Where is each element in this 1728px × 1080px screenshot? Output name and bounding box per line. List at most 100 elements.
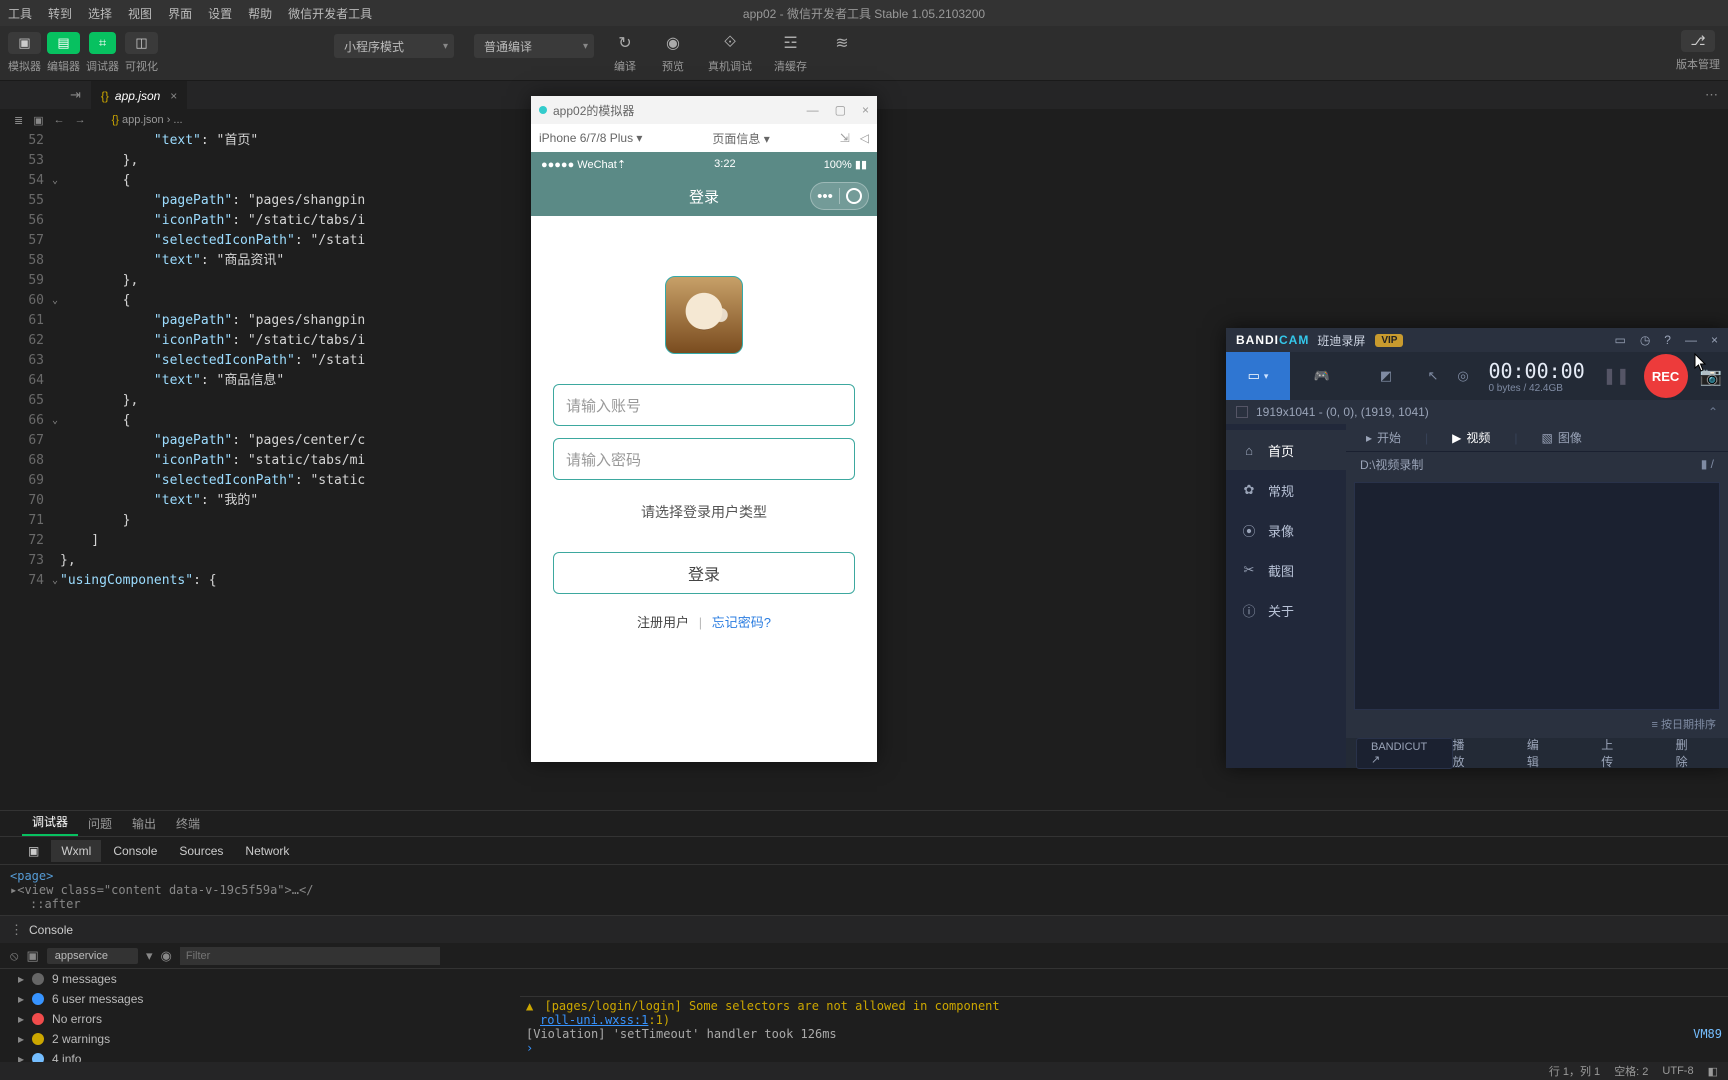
console-source-link[interactable]: roll-uni.wxss:1 [540,1013,648,1027]
sim-close-icon[interactable]: × [862,103,869,117]
vm-link[interactable]: VM89 [1693,1027,1722,1041]
recordings-list[interactable] [1354,482,1720,710]
sim-min-icon[interactable]: — [807,103,819,117]
sim-pin-icon[interactable]: ⇲ [840,131,850,145]
console-prompt[interactable]: › [526,1041,1722,1055]
edit-button[interactable]: 编辑 [1527,736,1549,770]
nav-back-icon[interactable]: ← [54,114,65,126]
capsule-close-icon[interactable] [846,188,862,204]
tabs-collapse-icon[interactable]: ⇥ [60,87,91,103]
menu-goto[interactable]: 转到 [40,5,80,22]
bookmark-icon[interactable]: ▣ [33,114,43,127]
bandi-side-item[interactable]: ⦿录像 [1226,510,1346,550]
open-folder-icon[interactable]: ▮ / [1701,457,1714,471]
tab-debugger[interactable]: 调试器 [22,809,78,836]
minimize-icon[interactable]: — [1685,333,1697,347]
pause-button[interactable]: ❚❚ [1603,366,1630,386]
compile-icon[interactable]: ↻ [612,32,638,54]
bandi-side-item[interactable]: ✿常规 [1226,470,1346,510]
menu-view[interactable]: 视图 [120,5,160,22]
screenshot-button[interactable]: 📷 [1700,366,1722,387]
console-category[interactable]: ▸9 messages [0,969,1728,989]
sort-button[interactable]: ≡ 按日期排序 [1346,716,1728,738]
menu-help[interactable]: 帮助 [240,5,280,22]
bandicut-button[interactable]: BANDICUT ↗ [1356,738,1453,769]
login-button[interactable]: 登录 [553,552,855,594]
editor-toggle[interactable]: ▤ [47,32,79,54]
register-link[interactable]: 注册用户 [637,615,689,630]
page-info-select[interactable]: 页面信息 ▾ [712,130,769,147]
wxml-tree[interactable]: <page> ▸<view class="content data-v-19c5… [0,865,1728,915]
bandi-side-item[interactable]: ⓘ关于 [1226,590,1346,630]
mic-icon[interactable]: ◎ [1448,352,1478,400]
breadcrumb-more[interactable]: ... [173,114,182,126]
compile-dropdown[interactable]: 普通编译 [474,34,594,58]
devtab-sources[interactable]: Sources [169,840,233,862]
record-button[interactable]: REC [1644,354,1688,398]
output-path[interactable]: D:\视频录制 [1360,456,1423,473]
tab-terminal[interactable]: 终端 [166,811,210,836]
devtab-console[interactable]: Console [103,840,167,862]
game-mode-button[interactable]: 🎮 [1290,352,1354,400]
menu-devtool[interactable]: 微信开发者工具 [280,5,380,22]
tab-output[interactable]: 输出 [122,811,166,836]
tab-image[interactable]: ▧图像 [1542,429,1582,446]
bandi-side-item[interactable]: ✂截图 [1226,550,1346,590]
schedule-icon[interactable]: ◷ [1640,333,1650,347]
device-mode-button[interactable]: ◩ [1354,352,1418,400]
folder-icon[interactable]: ▭ [1614,333,1625,347]
tab-video[interactable]: ▶视频 [1452,429,1490,446]
expand-icon[interactable]: ⌃ [1708,405,1718,419]
visualize-toggle[interactable]: ◫ [125,32,157,54]
capsule-menu-icon[interactable]: ••• [811,188,839,205]
tab-problems[interactable]: 问题 [78,811,122,836]
menu-select[interactable]: 选择 [80,5,120,22]
sim-mute-icon[interactable]: ◁ [860,131,869,145]
cursor-position[interactable]: 行 1，列 1 [1549,1063,1600,1079]
extra-icon[interactable]: ≋ [829,32,855,54]
indent-setting[interactable]: 空格: 2 [1614,1063,1648,1079]
menu-settings[interactable]: 设置 [200,5,240,22]
menu-tools[interactable]: 工具 [0,5,40,22]
delete-button[interactable]: 删除 [1676,736,1698,770]
list-icon[interactable]: ≣ [14,114,23,127]
console-clear-icon[interactable]: ⦸ [10,948,18,964]
encoding[interactable]: UTF-8 [1662,1065,1693,1077]
password-input[interactable]: 请输入密码 [553,438,855,480]
cache-icon[interactable]: ☲ [778,32,804,54]
forgot-password-link[interactable]: 忘记密码? [712,615,771,630]
info-checkbox[interactable] [1236,406,1248,418]
play-button[interactable]: 播放 [1453,736,1475,770]
eye-icon[interactable]: ◉ [161,948,172,964]
upload-button[interactable]: 上传 [1601,736,1623,770]
close-icon[interactable]: × [1711,333,1718,347]
help-icon[interactable]: ? [1664,333,1671,347]
version-mgmt-button[interactable]: ⎇ [1681,30,1716,52]
sim-max-icon[interactable]: ▢ [835,103,846,117]
preview-icon[interactable]: ◉ [660,32,686,54]
tab-close-icon[interactable]: × [170,89,177,103]
menu-ui[interactable]: 界面 [160,5,200,22]
screen-mode-button[interactable]: ▭▾ [1226,352,1290,400]
remote-debug-icon[interactable]: ⟐ [717,32,743,54]
device-select[interactable]: iPhone 6/7/8 Plus ▾ [539,131,642,145]
tab-more-icon[interactable]: ⋯ [1695,87,1728,103]
editor-tab-appjson[interactable]: {} app.json × [91,81,187,109]
cursor-icon[interactable]: ↖ [1418,352,1448,400]
bandi-side-item[interactable]: ⌂首页 [1226,430,1346,470]
notification-icon[interactable]: ◧ [1708,1065,1718,1078]
username-input[interactable]: 请输入账号 [553,384,855,426]
debugger-toggle[interactable]: ⌗ [89,32,116,54]
tab-start[interactable]: ▸开始 [1366,429,1401,446]
console-context-icon[interactable]: ▣ [26,948,38,964]
nav-fwd-icon[interactable]: → [75,114,86,126]
inspect-icon[interactable]: ▣ [18,840,49,862]
console-filter-input[interactable] [180,947,440,965]
mode-dropdown[interactable]: 小程序模式 [334,34,454,58]
devtab-wxml[interactable]: Wxml [51,840,101,862]
breadcrumb-file[interactable]: app.json [122,114,164,126]
simulator-titlebar: app02的模拟器 — ▢ × [531,96,877,124]
devtab-network[interactable]: Network [235,840,299,862]
simulator-toggle[interactable]: ▣ [8,32,40,54]
console-context-select[interactable]: appservice [47,948,138,964]
